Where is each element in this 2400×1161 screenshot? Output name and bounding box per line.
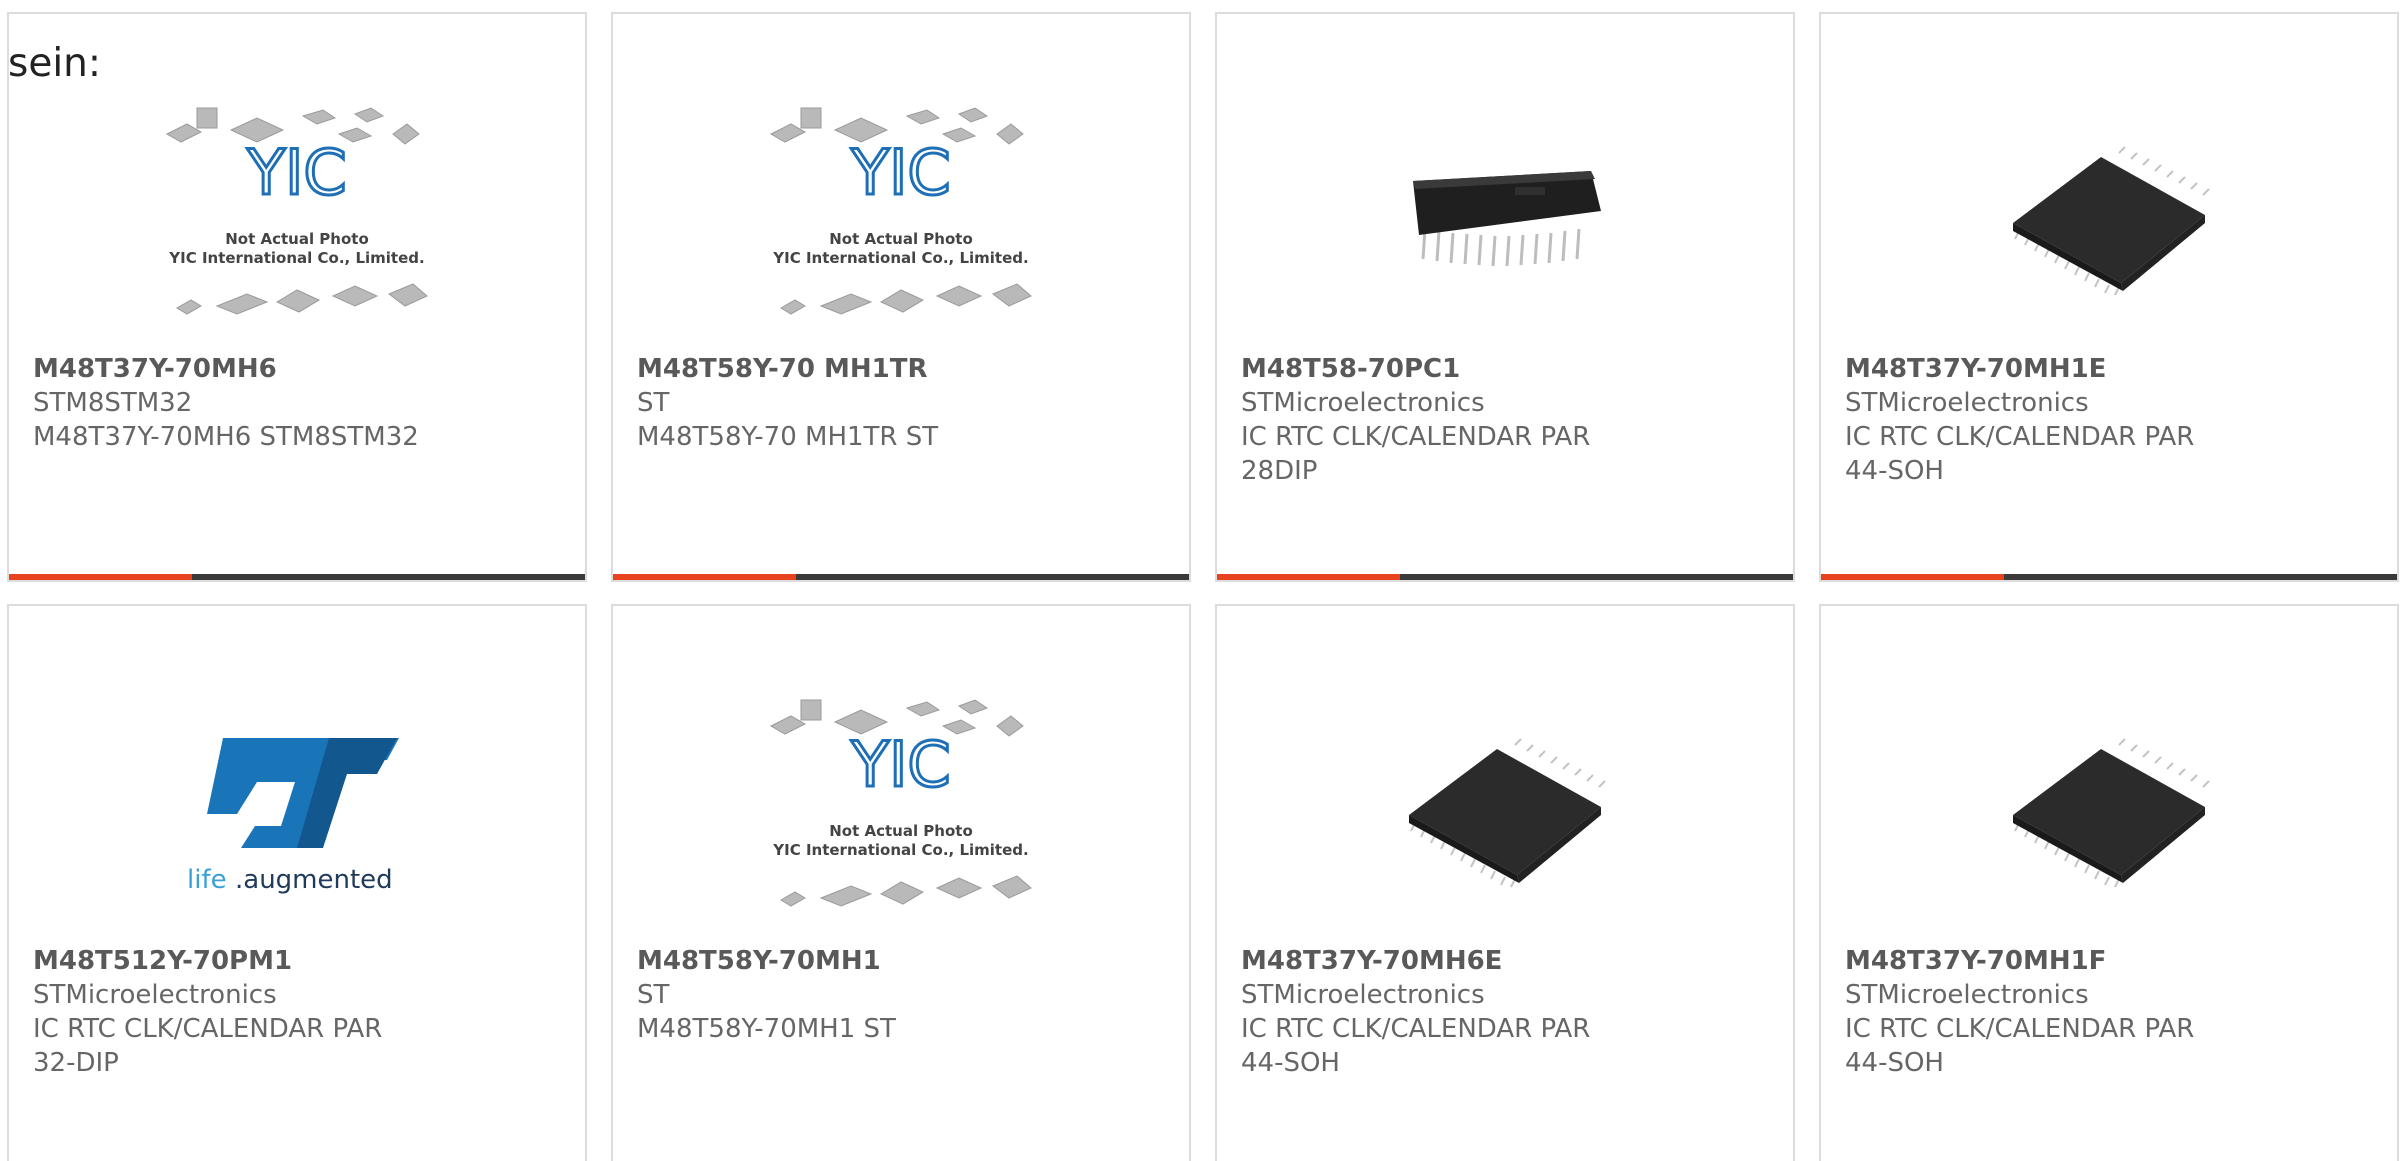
- product-image[interactable]: [1217, 666, 1793, 956]
- product-info: M48T37Y-70MH1F STMicroelectronics IC RTC…: [1845, 944, 2245, 1080]
- product-info: M48T37Y-70MH6 STM8STM32 M48T37Y-70MH6 ST…: [33, 352, 433, 454]
- product-card[interactable]: M48T37Y-70MH1F STMicroelectronics IC RTC…: [1819, 604, 2399, 1161]
- svg-text:Not Actual Photo: Not Actual Photo: [829, 230, 973, 248]
- card-bar-accent: [1821, 574, 2004, 580]
- description: IC RTC CLK/CALENDAR PAR 44-SOH: [1241, 1014, 1591, 1078]
- card-bar: [9, 574, 585, 580]
- st-logo: life .augmented: [187, 738, 399, 895]
- product-info: M48T37Y-70MH1E STMicroelectronics IC RTC…: [1845, 352, 2245, 488]
- card-bar-accent: [613, 574, 796, 580]
- product-info: M48T58Y-70MH1 ST M48T58Y-70MH1 ST: [637, 944, 1037, 1046]
- placeholder-image: YIC Not Actual Photo YIC International C…: [769, 699, 1032, 907]
- manufacturer: STMicroelectronics: [1241, 980, 1485, 1010]
- product-info: M48T512Y-70PM1 STMicroelectronics IC RTC…: [33, 944, 433, 1080]
- svg-text:YIC International Co., Limited: YIC International Co., Limited.: [772, 841, 1028, 859]
- description: IC RTC CLK/CALENDAR PAR 44-SOH: [1845, 1014, 2195, 1078]
- description: M48T37Y-70MH6 STM8STM32: [33, 422, 419, 452]
- manufacturer: ST: [637, 388, 670, 418]
- card-bar: [1821, 574, 2397, 580]
- svg-text:YIC: YIC: [246, 136, 346, 209]
- manufacturer: ST: [637, 980, 670, 1010]
- dip-chip-photo: [1413, 171, 1601, 267]
- svg-text:.augmented: .augmented: [235, 865, 393, 895]
- part-number[interactable]: M48T37Y-70MH6: [33, 352, 433, 386]
- product-card[interactable]: YIC Not Actual Photo YIC International C…: [611, 604, 1191, 1161]
- svg-text:YIC International Co., Limited: YIC International Co., Limited.: [772, 249, 1028, 267]
- part-number[interactable]: M48T37Y-70MH1F: [1845, 944, 2245, 978]
- product-info: M48T58Y-70 MH1TR ST M48T58Y-70 MH1TR ST: [637, 352, 1037, 454]
- product-image[interactable]: life .augmented: [9, 666, 585, 956]
- part-number[interactable]: M48T58Y-70MH1: [637, 944, 1037, 978]
- manufacturer: STMicroelectronics: [1845, 388, 2089, 418]
- manufacturer: STMicroelectronics: [33, 980, 277, 1010]
- product-image[interactable]: [1821, 666, 2397, 956]
- card-bar-accent: [1217, 574, 1400, 580]
- svg-text:Not Actual Photo: Not Actual Photo: [225, 230, 369, 248]
- part-number[interactable]: M48T58-70PC1: [1241, 352, 1641, 386]
- svg-text:YIC: YIC: [850, 728, 950, 801]
- product-info: M48T37Y-70MH6E STMicroelectronics IC RTC…: [1241, 944, 1641, 1080]
- lead-text: sein:: [8, 41, 102, 86]
- description: M48T58Y-70 MH1TR ST: [637, 422, 939, 452]
- product-image[interactable]: [1821, 74, 2397, 364]
- product-card[interactable]: YIC Not Actual Photo YIC International C…: [7, 12, 587, 582]
- product-card[interactable]: M48T58-70PC1 STMicroelectronics IC RTC C…: [1215, 12, 1795, 582]
- soh-chip-photo: [2013, 738, 2210, 888]
- card-bar: [613, 574, 1189, 580]
- svg-text:life: life: [187, 865, 227, 895]
- svg-text:YIC International Co., Limited: YIC International Co., Limited.: [168, 249, 424, 267]
- soh-chip-photo: [1409, 738, 1606, 888]
- product-card[interactable]: YIC Not Actual Photo YIC International C…: [611, 12, 1191, 582]
- svg-text:Not Actual Photo: Not Actual Photo: [829, 822, 973, 840]
- product-card[interactable]: M48T37Y-70MH6E STMicroelectronics IC RTC…: [1215, 604, 1795, 1161]
- soh-chip-photo: [2013, 146, 2210, 296]
- product-image[interactable]: YIC Not Actual Photo YIC International C…: [613, 74, 1189, 364]
- page: YIC Not Actual Photo YIC International C…: [0, 0, 2400, 1161]
- product-card[interactable]: life .augmented M48T512Y-70PM1 STMicroel…: [7, 604, 587, 1161]
- placeholder-image: YIC Not Actual Photo YIC International C…: [769, 107, 1032, 315]
- product-card[interactable]: M48T37Y-70MH1E STMicroelectronics IC RTC…: [1819, 12, 2399, 582]
- description: IC RTC CLK/CALENDAR PAR 32-DIP: [33, 1014, 383, 1078]
- product-image[interactable]: YIC Not Actual Photo YIC International C…: [613, 666, 1189, 956]
- product-grid: YIC Not Actual Photo YIC International C…: [7, 12, 2400, 1161]
- description: M48T58Y-70MH1 ST: [637, 1014, 896, 1044]
- part-number[interactable]: M48T512Y-70PM1: [33, 944, 433, 978]
- description: IC RTC CLK/CALENDAR PAR 44-SOH: [1845, 422, 2195, 486]
- product-info: M48T58-70PC1 STMicroelectronics IC RTC C…: [1241, 352, 1641, 488]
- part-number[interactable]: M48T58Y-70 MH1TR: [637, 352, 1037, 386]
- part-number[interactable]: M48T37Y-70MH1E: [1845, 352, 2245, 386]
- placeholder-image: YIC Not Actual Photo YIC International C…: [165, 107, 428, 315]
- svg-text:YIC: YIC: [850, 136, 950, 209]
- product-image[interactable]: YIC Not Actual Photo YIC International C…: [9, 74, 585, 364]
- part-number[interactable]: M48T37Y-70MH6E: [1241, 944, 1641, 978]
- manufacturer: STM8STM32: [33, 388, 193, 418]
- card-bar-accent: [9, 574, 192, 580]
- card-bar: [1217, 574, 1793, 580]
- product-image[interactable]: [1217, 74, 1793, 364]
- manufacturer: STMicroelectronics: [1845, 980, 2089, 1010]
- manufacturer: STMicroelectronics: [1241, 388, 1485, 418]
- description: IC RTC CLK/CALENDAR PAR 28DIP: [1241, 422, 1591, 486]
